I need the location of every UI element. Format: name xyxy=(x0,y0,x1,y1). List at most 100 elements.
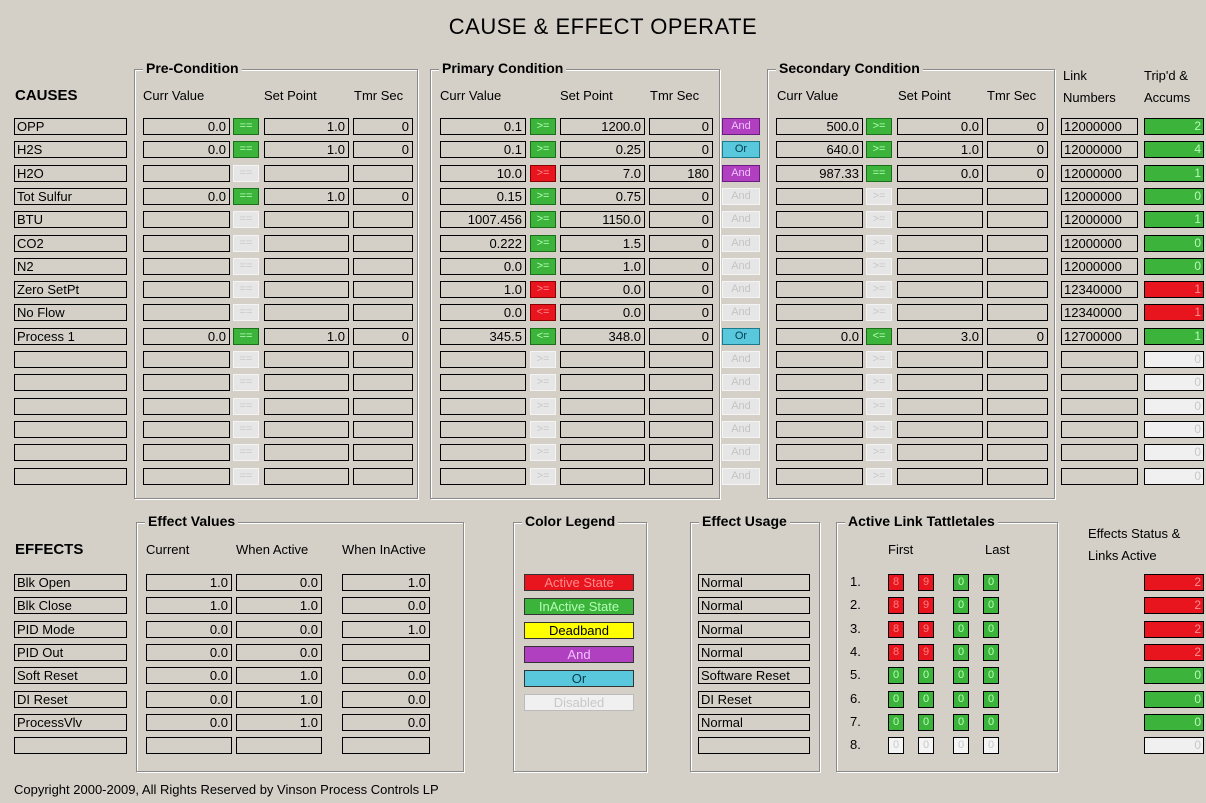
effect-name[interactable]: Blk Close xyxy=(14,597,127,614)
pre-timer[interactable] xyxy=(353,258,413,275)
sec-set-point[interactable] xyxy=(897,304,983,321)
pri-set-point[interactable]: 1.0 xyxy=(560,258,645,275)
logic-operator[interactable]: And xyxy=(722,118,760,135)
sec-operator[interactable]: >= xyxy=(866,374,892,391)
link-number[interactable]: 12000000 xyxy=(1061,211,1138,228)
effect-usage[interactable]: Normal xyxy=(698,597,810,614)
pre-operator[interactable]: == xyxy=(233,258,259,275)
effect-when-active[interactable]: 0.0 xyxy=(236,574,322,591)
sec-set-point[interactable] xyxy=(897,421,983,438)
pre-operator[interactable]: == xyxy=(233,118,259,135)
pre-timer[interactable] xyxy=(353,211,413,228)
effect-when-active[interactable]: 1.0 xyxy=(236,691,322,708)
logic-operator[interactable]: And xyxy=(722,188,760,205)
effect-usage[interactable]: DI Reset xyxy=(698,691,810,708)
pri-timer[interactable]: 0 xyxy=(649,141,713,158)
sec-set-point[interactable]: 3.0 xyxy=(897,328,983,345)
sec-operator[interactable]: == xyxy=(866,165,892,182)
effect-name[interactable]: Soft Reset xyxy=(14,667,127,684)
pre-timer[interactable] xyxy=(353,374,413,391)
effect-name[interactable]: ProcessVlv xyxy=(14,714,127,731)
pre-operator[interactable]: == xyxy=(233,351,259,368)
pre-operator[interactable]: == xyxy=(233,281,259,298)
sec-timer[interactable]: 0 xyxy=(987,328,1048,345)
pre-timer[interactable] xyxy=(353,351,413,368)
sec-timer[interactable] xyxy=(987,421,1048,438)
pri-operator[interactable]: >= xyxy=(530,421,556,438)
cause-name[interactable]: BTU xyxy=(14,211,127,228)
pri-timer[interactable] xyxy=(649,351,713,368)
pre-operator[interactable]: == xyxy=(233,211,259,228)
effect-when-active[interactable]: 1.0 xyxy=(236,597,322,614)
logic-operator[interactable]: And xyxy=(722,351,760,368)
effect-name[interactable] xyxy=(14,737,127,754)
pre-operator[interactable]: == xyxy=(233,421,259,438)
pri-set-point[interactable] xyxy=(560,468,645,485)
pri-set-point[interactable]: 1.5 xyxy=(560,235,645,252)
sec-operator[interactable]: >= xyxy=(866,188,892,205)
effect-when-inactive[interactable]: 1.0 xyxy=(342,574,430,591)
pre-operator[interactable]: == xyxy=(233,328,259,345)
pri-set-point[interactable] xyxy=(560,421,645,438)
sec-operator[interactable]: >= xyxy=(866,281,892,298)
link-number[interactable]: 12000000 xyxy=(1061,258,1138,275)
link-number[interactable] xyxy=(1061,444,1138,461)
effect-when-inactive[interactable] xyxy=(342,737,430,754)
pri-set-point[interactable] xyxy=(560,374,645,391)
effect-when-active[interactable]: 0.0 xyxy=(236,621,322,638)
cause-name[interactable]: OPP xyxy=(14,118,127,135)
pre-timer[interactable]: 0 xyxy=(353,141,413,158)
pre-set-point[interactable] xyxy=(264,398,349,415)
pre-operator[interactable]: == xyxy=(233,444,259,461)
sec-timer[interactable] xyxy=(987,235,1048,252)
pre-set-point[interactable] xyxy=(264,468,349,485)
sec-timer[interactable] xyxy=(987,351,1048,368)
pri-operator[interactable]: >= xyxy=(530,188,556,205)
pre-operator[interactable]: == xyxy=(233,235,259,252)
logic-operator[interactable]: And xyxy=(722,304,760,321)
cause-name[interactable] xyxy=(14,468,127,485)
link-number[interactable] xyxy=(1061,421,1138,438)
pre-operator[interactable]: == xyxy=(233,141,259,158)
logic-operator[interactable]: And xyxy=(722,444,760,461)
link-number[interactable] xyxy=(1061,374,1138,391)
sec-set-point[interactable] xyxy=(897,351,983,368)
pre-timer[interactable] xyxy=(353,165,413,182)
sec-operator[interactable]: >= xyxy=(866,398,892,415)
pri-set-point[interactable]: 1200.0 xyxy=(560,118,645,135)
pri-operator[interactable]: >= xyxy=(530,235,556,252)
pri-operator[interactable]: >= xyxy=(530,398,556,415)
cause-name[interactable] xyxy=(14,374,127,391)
pri-set-point[interactable] xyxy=(560,398,645,415)
cause-name[interactable]: Tot Sulfur xyxy=(14,188,127,205)
link-number[interactable]: 12340000 xyxy=(1061,304,1138,321)
pre-set-point[interactable] xyxy=(264,421,349,438)
link-number[interactable]: 12000000 xyxy=(1061,141,1138,158)
pri-set-point[interactable]: 0.25 xyxy=(560,141,645,158)
logic-operator[interactable]: And xyxy=(722,165,760,182)
effect-when-inactive[interactable]: 1.0 xyxy=(342,621,430,638)
pre-set-point[interactable] xyxy=(264,304,349,321)
pre-set-point[interactable]: 1.0 xyxy=(264,141,349,158)
sec-set-point[interactable] xyxy=(897,374,983,391)
sec-timer[interactable] xyxy=(987,468,1048,485)
effect-usage[interactable] xyxy=(698,737,810,754)
pre-timer[interactable] xyxy=(353,421,413,438)
logic-operator[interactable]: And xyxy=(722,468,760,485)
pri-timer[interactable]: 0 xyxy=(649,188,713,205)
effect-when-inactive[interactable]: 0.0 xyxy=(342,714,430,731)
pre-operator[interactable]: == xyxy=(233,468,259,485)
pri-timer[interactable]: 0 xyxy=(649,281,713,298)
cause-name[interactable]: N2 xyxy=(14,258,127,275)
pre-timer[interactable] xyxy=(353,304,413,321)
pri-operator[interactable]: >= xyxy=(530,444,556,461)
sec-operator[interactable]: >= xyxy=(866,118,892,135)
logic-operator[interactable]: Or xyxy=(722,328,760,345)
pri-operator[interactable]: >= xyxy=(530,281,556,298)
link-number[interactable] xyxy=(1061,351,1138,368)
pri-operator[interactable]: <= xyxy=(530,328,556,345)
pre-operator[interactable]: == xyxy=(233,304,259,321)
pri-timer[interactable] xyxy=(649,398,713,415)
pri-set-point[interactable]: 0.0 xyxy=(560,281,645,298)
sec-set-point[interactable]: 1.0 xyxy=(897,141,983,158)
